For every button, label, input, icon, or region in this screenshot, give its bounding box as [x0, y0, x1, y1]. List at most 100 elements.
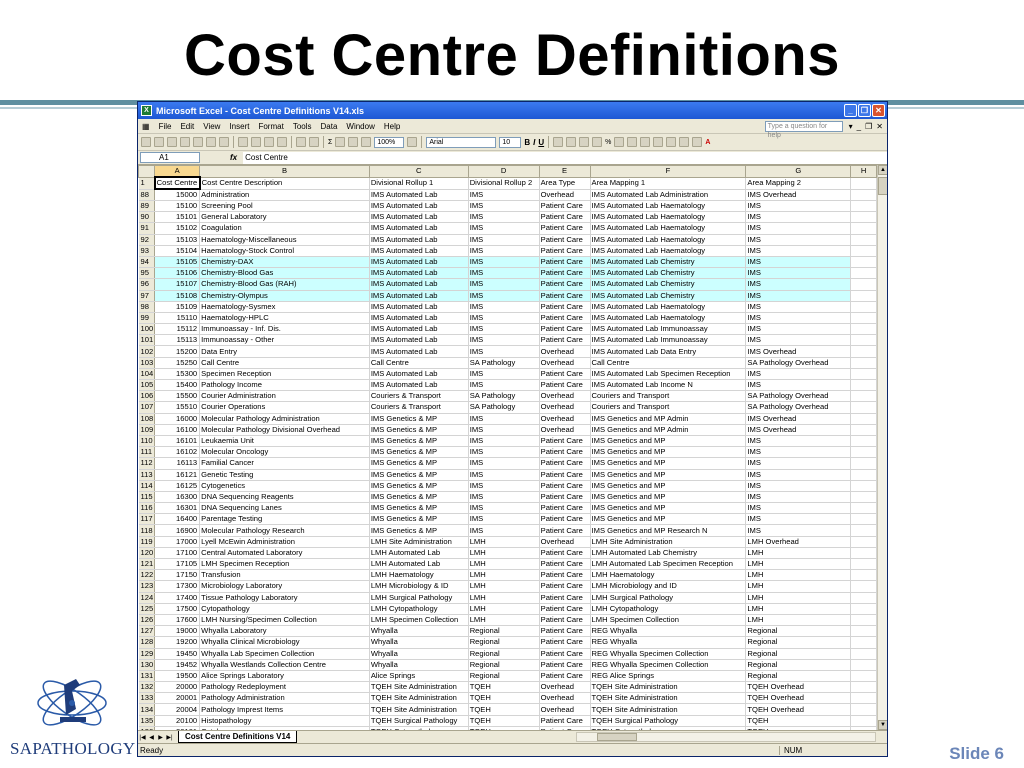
table-cell[interactable]: Whyalla — [369, 648, 469, 660]
row-number[interactable]: 111 — [138, 446, 156, 459]
row-number[interactable]: 95 — [138, 267, 156, 280]
table-cell[interactable]: 15112 — [154, 323, 201, 336]
spreadsheet-grid[interactable]: A B C D E F G H 1 Cost Centre Cost Centre Descript… — [138, 165, 877, 730]
table-cell[interactable]: LMH — [745, 580, 852, 593]
table-cell[interactable]: IMS Genetics and MP Research N — [590, 524, 747, 537]
table-cell[interactable]: IMS Automated Lab — [369, 345, 469, 358]
table-cell-empty[interactable] — [850, 189, 877, 201]
table-cell[interactable]: Lyell McEwin Administration — [199, 536, 370, 548]
table-cell[interactable]: Regional — [745, 659, 852, 671]
table-cell[interactable]: IMS Overhead — [745, 413, 852, 425]
sheet-icon[interactable]: ▦ — [142, 122, 150, 131]
table-cell[interactable]: Whyalla Lab Specimen Collection — [199, 648, 370, 660]
table-cell[interactable]: Regional — [745, 648, 852, 660]
table-cell[interactable]: Pathology Imprest Items — [199, 703, 370, 716]
table-cell[interactable]: LMH Nursing/Specimen Collection — [199, 614, 370, 627]
row-number[interactable]: 107 — [138, 401, 156, 414]
table-cell[interactable]: TQEH Site Administration — [369, 681, 469, 694]
table-cell[interactable]: LMH — [468, 558, 540, 571]
table-cell[interactable]: Patient Care — [539, 222, 591, 235]
undo-icon[interactable] — [296, 137, 306, 147]
column-header[interactable]: C — [368, 165, 469, 178]
table-cell[interactable]: 15102 — [154, 222, 201, 235]
table-cell[interactable]: IMS — [745, 278, 852, 291]
table-cell[interactable]: Patient Care — [539, 569, 591, 582]
table-cell[interactable]: IMS Automated Lab Chemistry — [590, 256, 747, 269]
table-cell-empty[interactable] — [850, 681, 877, 694]
table-cell[interactable]: 16125 — [154, 480, 201, 492]
table-cell[interactable]: IMS — [468, 189, 540, 201]
new-icon[interactable] — [141, 137, 151, 147]
row-number[interactable]: 113 — [138, 469, 156, 481]
table-cell[interactable]: Cytopathology — [199, 603, 370, 615]
table-cell[interactable]: 15101 — [154, 211, 201, 224]
row-number[interactable]: 97 — [138, 290, 156, 302]
table-cell[interactable]: Whyalla — [369, 636, 469, 649]
table-cell[interactable]: IMS Genetics & MP — [369, 524, 469, 537]
table-cell[interactable]: 16113 — [154, 457, 201, 470]
table-cell[interactable]: 20004 — [154, 703, 201, 716]
table-cell[interactable]: IMS — [468, 211, 540, 224]
table-cell[interactable]: Whyalla — [369, 625, 469, 638]
table-cell[interactable]: IMS — [745, 312, 852, 325]
table-cell[interactable]: 16000 — [154, 413, 201, 425]
table-cell[interactable]: SA Pathology Overhead — [745, 390, 852, 403]
print-icon[interactable] — [193, 137, 203, 147]
column-header[interactable]: A — [154, 165, 201, 178]
table-cell[interactable]: LMH — [468, 569, 540, 582]
table-cell[interactable]: IMS Genetics & MP — [369, 491, 469, 504]
table-cell[interactable]: Familial Cancer — [199, 457, 370, 470]
table-cell[interactable]: LMH — [468, 580, 540, 593]
table-cell[interactable]: 17600 — [154, 614, 201, 627]
underline-button[interactable]: U — [538, 138, 544, 147]
table-cell[interactable]: 15106 — [154, 267, 201, 280]
table-cell[interactable]: IMS Genetics & MP — [369, 469, 469, 481]
table-cell[interactable]: IMS — [468, 457, 540, 470]
row-number[interactable]: 124 — [138, 592, 156, 604]
table-cell[interactable]: LMH Site Administration — [369, 536, 469, 548]
table-cell[interactable]: IMS — [745, 256, 852, 269]
table-cell[interactable]: TQEH Site Administration — [369, 703, 469, 716]
table-cell[interactable]: IMS Genetics and MP — [590, 491, 747, 504]
autosum-icon[interactable]: Σ — [328, 139, 332, 146]
table-cell[interactable]: IMS Automated Lab — [369, 234, 469, 246]
table-cell[interactable]: IMS Genetics and MP — [590, 502, 747, 515]
table-cell[interactable]: 17150 — [154, 569, 201, 582]
header-cell[interactable]: Divisional Rollup 2 — [468, 177, 540, 190]
table-cell-empty[interactable] — [850, 692, 877, 705]
table-cell[interactable]: IMS Genetics and MP — [590, 513, 747, 526]
table-cell[interactable]: Patient Care — [539, 513, 591, 526]
borders-icon[interactable] — [679, 137, 690, 147]
table-cell[interactable]: IMS Automated Lab Haematology — [590, 211, 747, 224]
table-cell[interactable]: 15510 — [154, 401, 201, 414]
table-cell[interactable]: LMH — [468, 603, 540, 615]
table-cell[interactable]: 15113 — [154, 334, 201, 347]
zoom-select[interactable]: 100% — [374, 136, 405, 148]
table-cell-empty[interactable] — [850, 222, 877, 235]
table-cell[interactable]: Patient Care — [539, 457, 591, 470]
table-cell[interactable]: Transfusion — [199, 569, 370, 582]
table-cell[interactable]: DNA Sequencing Reagents — [199, 491, 370, 504]
table-cell[interactable]: TQEH Overhead — [745, 703, 852, 716]
save-icon[interactable] — [167, 137, 177, 147]
row-number[interactable]: 91 — [138, 222, 156, 235]
table-cell[interactable]: Chemistry-DAX — [199, 256, 370, 269]
table-cell[interactable]: IMS Automated Lab Haematology — [590, 234, 747, 246]
select-all-corner[interactable] — [138, 165, 156, 178]
table-cell[interactable]: 15200 — [154, 345, 201, 358]
table-cell[interactable]: IMS — [468, 524, 540, 537]
table-cell[interactable]: 20001 — [154, 692, 201, 705]
table-cell[interactable]: Patient Care — [539, 435, 591, 448]
last-sheet-icon[interactable]: ▶| — [165, 734, 174, 741]
column-header[interactable]: D — [467, 165, 540, 178]
table-cell[interactable]: IMS — [468, 334, 540, 347]
table-cell[interactable]: SA Pathology Overhead — [745, 401, 852, 414]
font-size-select[interactable]: 10 — [499, 136, 522, 148]
row-number[interactable]: 100 — [138, 323, 156, 336]
table-cell[interactable]: Patient Care — [539, 234, 591, 246]
table-cell[interactable]: LMH — [745, 592, 852, 604]
table-cell[interactable]: IMS Automated Lab — [369, 278, 469, 291]
table-cell-empty[interactable] — [850, 502, 877, 515]
fx-icon[interactable]: fx — [230, 153, 237, 162]
table-cell-empty[interactable] — [850, 536, 877, 548]
